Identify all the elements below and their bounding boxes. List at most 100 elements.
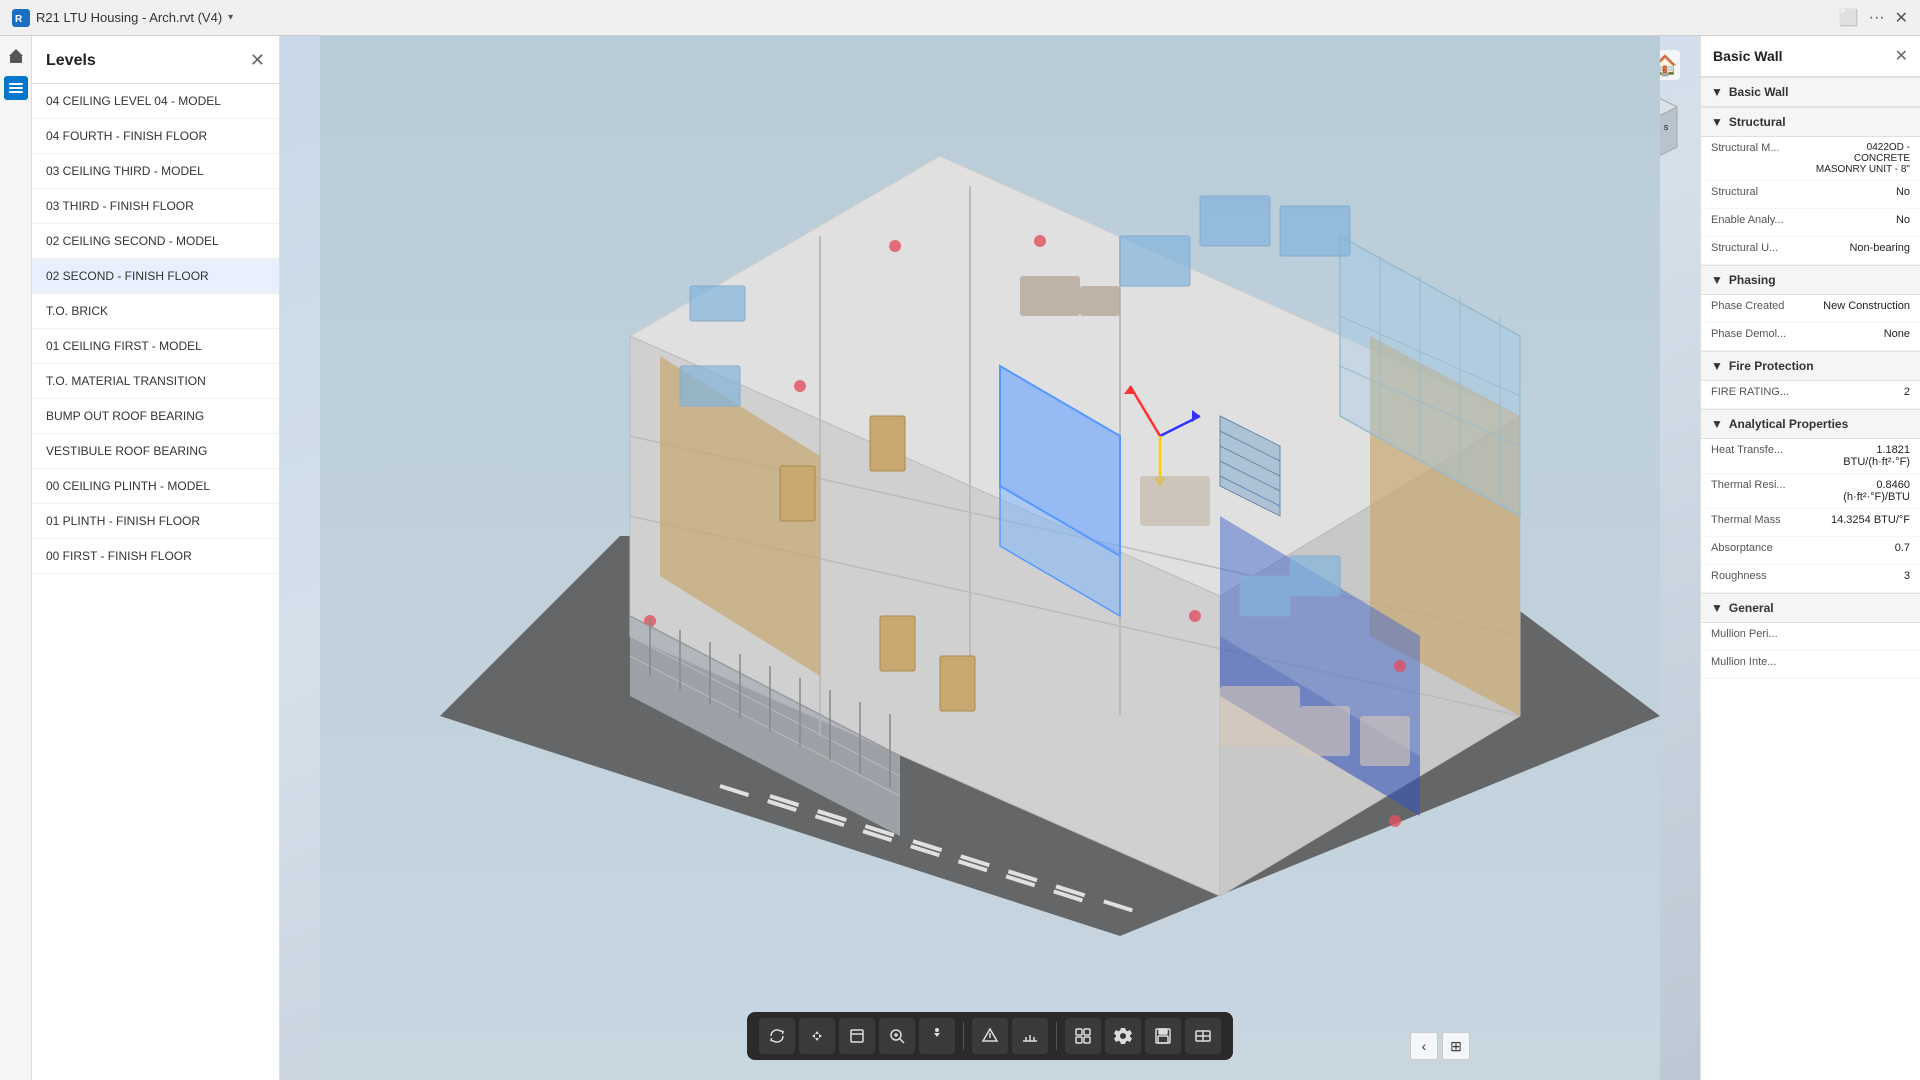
pan-button[interactable] [799, 1018, 835, 1054]
ellipsis-icon[interactable]: ··· [1869, 9, 1885, 27]
prop-row-general-1: Mullion Inte... [1701, 651, 1920, 679]
levels-panel-header: Levels ✕ [32, 36, 279, 84]
prop-row-material: Structural M...0422OD - CONCRETE MASONRY… [1701, 137, 1920, 181]
prop-label-phasing-0: Phase Created [1711, 300, 1813, 312]
close-icon[interactable]: ✕ [1895, 8, 1908, 28]
level-item-9[interactable]: BUMP OUT ROOF BEARING [32, 399, 279, 434]
right-panel-title: Basic Wall [1713, 48, 1783, 64]
zoom-select-button[interactable] [879, 1018, 915, 1054]
section-label-general: General [1729, 601, 1774, 615]
section-header-structural[interactable]: ▼Structural [1701, 107, 1920, 137]
title-dropdown-icon[interactable]: ▾ [228, 12, 233, 23]
save-view-button[interactable] [1145, 1018, 1181, 1054]
app-title: R21 LTU Housing - Arch.rvt (V4) [36, 10, 222, 25]
level-item-3[interactable]: 03 THIRD - FINISH FLOOR [32, 189, 279, 224]
level-item-8[interactable]: T.O. MATERIAL TRANSITION [32, 364, 279, 399]
prop-label-phasing-1: Phase Demol... [1711, 328, 1813, 340]
section-header-general[interactable]: ▼ General [1701, 593, 1920, 623]
prop-value-structural-3: Non-bearing [1813, 242, 1911, 254]
section-header-type-header[interactable]: ▼ Basic Wall [1701, 77, 1920, 107]
level-item-7[interactable]: 01 CEILING FIRST - MODEL [32, 329, 279, 364]
prop-row-analytical-properties-3: Absorptance0.7 [1701, 537, 1920, 565]
level-item-6[interactable]: T.O. BRICK [32, 294, 279, 329]
walk-button[interactable] [919, 1018, 955, 1054]
prop-value-phasing-1: None [1813, 328, 1911, 340]
level-item-0[interactable]: 04 CEILING LEVEL 04 - MODEL [32, 84, 279, 119]
elevation-button[interactable] [972, 1018, 1008, 1054]
prop-label-structural-2: Enable Analy... [1711, 214, 1813, 226]
title-bar-right: ⬜ ··· ✕ [1839, 8, 1908, 28]
level-item-13[interactable]: 00 FIRST - FINISH FLOOR [32, 539, 279, 574]
prop-row-structural-1: StructuralNo [1701, 181, 1920, 209]
level-item-1[interactable]: 04 FOURTH - FINISH FLOOR [32, 119, 279, 154]
svg-text:R: R [15, 14, 23, 25]
section-arrow-general: ▼ [1711, 601, 1723, 615]
settings-button[interactable] [1105, 1018, 1141, 1054]
right-properties-panel: Basic Wall ✕ ▼Basic Wall▼StructuralStruc… [1700, 36, 1920, 1080]
section-label-structural: Structural [1729, 115, 1786, 129]
prop-value-analytical-properties-2: 14.3254 BTU/°F [1813, 514, 1911, 526]
section-arrow-type-header: ▼ [1711, 85, 1723, 99]
prop-value-analytical-properties-1: 0.8460 (h·ft²·°F)/BTU [1813, 479, 1911, 503]
measure-button[interactable] [1012, 1018, 1048, 1054]
section-header-fire-protection[interactable]: ▼ Fire Protection [1701, 351, 1920, 381]
levels-panel-title: Levels [46, 52, 96, 70]
level-item-12[interactable]: 01 PLINTH - FINISH FLOOR [32, 504, 279, 539]
prop-row-analytical-properties-1: Thermal Resi...0.8460 (h·ft²·°F)/BTU [1701, 474, 1920, 509]
panel-prev-button[interactable]: ‹ [1410, 1032, 1438, 1060]
app-logo-icon: R [12, 9, 30, 27]
level-item-2[interactable]: 03 CEILING THIRD - MODEL [32, 154, 279, 189]
prop-label-structural-1: Structural [1711, 186, 1813, 198]
prop-label-analytical-properties-0: Heat Transfe... [1711, 444, 1813, 456]
toolbar-group-view [972, 1018, 1048, 1054]
levels-list: 04 CEILING LEVEL 04 - MODEL04 FOURTH - F… [32, 84, 279, 574]
panel-grid-button[interactable]: ⊞ [1442, 1032, 1470, 1060]
section-label-fire-protection: Fire Protection [1729, 359, 1814, 373]
prop-value-material: 0422OD - CONCRETE MASONRY UNIT - 8" [1813, 142, 1911, 175]
toolbar-group-navigate [759, 1018, 955, 1054]
toolbar [747, 1012, 1233, 1060]
right-panel-content: ▼Basic Wall▼StructuralStructural M...042… [1701, 77, 1920, 679]
section-header-phasing[interactable]: ▼Phasing [1701, 265, 1920, 295]
prop-row-phasing-0: Phase CreatedNew Construction [1701, 295, 1920, 323]
panel-nav-buttons: ‹ ⊞ [1410, 1032, 1470, 1060]
section-header-analytical-properties[interactable]: ▼ Analytical Properties [1701, 409, 1920, 439]
monitor-icon[interactable]: ⬜ [1839, 8, 1859, 28]
prop-value-analytical-properties-0: 1.1821 BTU/(h·ft²·°F) [1813, 444, 1911, 468]
prop-row-phasing-1: Phase Demol...None [1701, 323, 1920, 351]
level-item-4[interactable]: 02 CEILING SECOND - MODEL [32, 224, 279, 259]
prop-label-analytical-properties-4: Roughness [1711, 570, 1813, 582]
zoom-fit-button[interactable] [839, 1018, 875, 1054]
title-bar-left: R R21 LTU Housing - Arch.rvt (V4) ▾ [12, 9, 233, 27]
levels-panel-close-button[interactable]: ✕ [250, 50, 265, 71]
prop-label-analytical-properties-3: Absorptance [1711, 542, 1813, 554]
prop-label-general-0: Mullion Peri... [1711, 628, 1813, 640]
grid-button[interactable] [1065, 1018, 1101, 1054]
icon-sidebar [0, 36, 32, 1080]
viewport[interactable]: 🏠 TOP FRONT S W [280, 36, 1700, 1080]
levels-panel: Levels ✕ 04 CEILING LEVEL 04 - MODEL04 F… [32, 36, 280, 1080]
prop-label-structural-3: Structural U... [1711, 242, 1813, 254]
right-panel-close-button[interactable]: ✕ [1895, 46, 1908, 66]
sidebar-icon-home[interactable] [4, 44, 28, 68]
rotate-button[interactable] [759, 1018, 795, 1054]
prop-value-structural-1: No [1813, 186, 1911, 198]
prop-value-structural-2: No [1813, 214, 1911, 226]
title-bar: R R21 LTU Housing - Arch.rvt (V4) ▾ ⬜ ··… [0, 0, 1920, 36]
level-item-11[interactable]: 00 CEILING PLINTH - MODEL [32, 469, 279, 504]
level-item-5[interactable]: 02 SECOND - FINISH FLOOR [32, 259, 279, 294]
toolbar-group-tools [1065, 1018, 1221, 1054]
prop-row-structural-3: Structural U...Non-bearing [1701, 237, 1920, 265]
section-box-button[interactable] [1185, 1018, 1221, 1054]
sidebar-icon-layers[interactable] [4, 76, 28, 100]
section-arrow-fire-protection: ▼ [1711, 359, 1723, 373]
level-item-10[interactable]: VESTIBULE ROOF BEARING [32, 434, 279, 469]
prop-label-material: Structural M... [1711, 142, 1813, 154]
prop-label-analytical-properties-1: Thermal Resi... [1711, 479, 1813, 491]
section-arrow-analytical-properties: ▼ [1711, 417, 1723, 431]
prop-value-analytical-properties-4: 3 [1813, 570, 1911, 582]
section-label-analytical-properties: Analytical Properties [1729, 417, 1848, 431]
right-panel-header: Basic Wall ✕ [1701, 36, 1920, 77]
section-label-type-header: Basic Wall [1729, 85, 1789, 99]
prop-row-structural-2: Enable Analy...No [1701, 209, 1920, 237]
